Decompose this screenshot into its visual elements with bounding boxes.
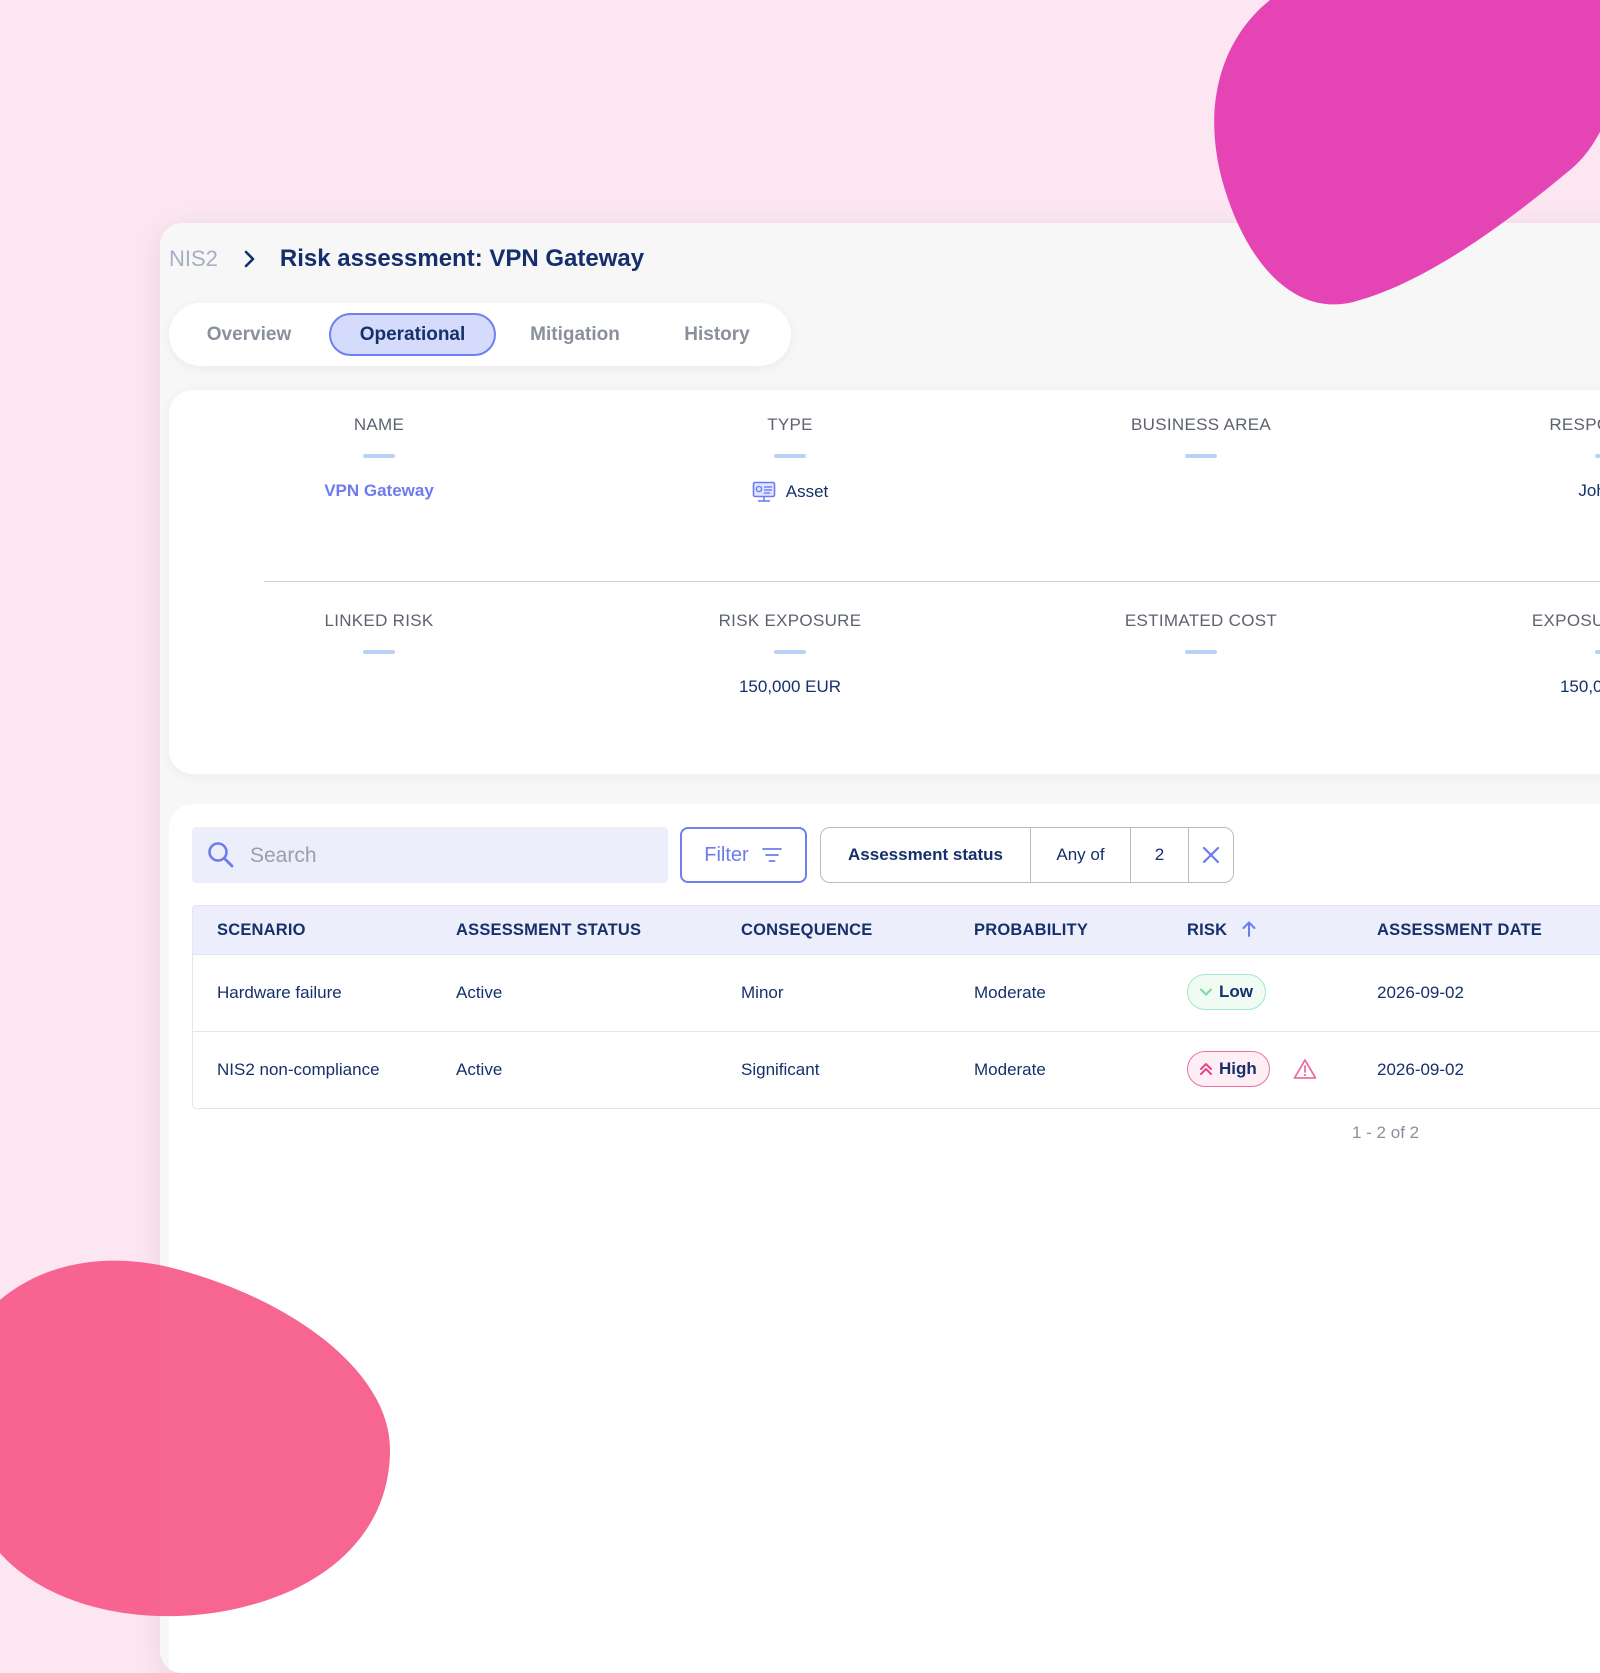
clear-filter-button[interactable] bbox=[1189, 828, 1233, 882]
close-icon bbox=[1202, 846, 1220, 864]
search-input[interactable] bbox=[248, 827, 652, 885]
field-risk-exposure: RISK EXPOSURE 150,000 EUR bbox=[640, 611, 940, 699]
chevron-down-icon bbox=[1199, 988, 1213, 996]
exposure-after-value: 150,000 EUR bbox=[1559, 677, 1600, 696]
risk-badge-high: High bbox=[1187, 1051, 1270, 1087]
search-icon bbox=[208, 842, 234, 868]
risk-exposure-value: 150,000 EUR bbox=[738, 677, 842, 696]
field-linked-risk: LINKED RISK bbox=[229, 611, 529, 699]
details-divider bbox=[264, 581, 1600, 582]
field-divider bbox=[1595, 454, 1600, 458]
type-value-wrap: Asset bbox=[640, 481, 940, 503]
filter-chip-count[interactable]: 2 bbox=[1131, 828, 1189, 882]
page-title: Risk assessment: VPN Gateway bbox=[279, 245, 645, 272]
field-exposure-after: EXPOSURE AFTER 150,000 EUR bbox=[1461, 611, 1600, 699]
field-label: EXPOSURE AFTER bbox=[1531, 611, 1600, 630]
active-filter-chip: Assessment status Any of 2 bbox=[820, 827, 1234, 883]
field-estimated-cost: ESTIMATED COST bbox=[1051, 611, 1351, 699]
tab-history[interactable]: History bbox=[657, 313, 777, 356]
tab-bar: Overview Operational Mitigation History bbox=[169, 303, 791, 366]
cell-date: 2026-09-02 bbox=[1377, 1060, 1464, 1079]
chevron-right-icon bbox=[244, 250, 255, 268]
table-header: SCENARIO ASSESSMENT STATUS CONSEQUENCE P… bbox=[193, 906, 1600, 954]
column-header-risk-label: RISK bbox=[1187, 921, 1228, 939]
field-divider bbox=[363, 650, 395, 654]
cell-status: Active bbox=[456, 983, 503, 1002]
column-header-assessment-date[interactable]: ASSESSMENT DATE bbox=[1377, 906, 1542, 954]
tab-operational[interactable]: Operational bbox=[329, 313, 496, 356]
cell-scenario: Hardware failure bbox=[217, 983, 342, 1002]
sort-ascending-icon bbox=[1242, 921, 1256, 937]
details-card: NAME VPN Gateway TYPE Asset BUSINESS ARE… bbox=[169, 390, 1600, 774]
field-label: BUSINESS AREA bbox=[1131, 415, 1271, 434]
search-box[interactable] bbox=[192, 827, 668, 885]
filter-icon bbox=[761, 848, 782, 862]
field-divider bbox=[774, 454, 806, 458]
warning-icon bbox=[1293, 1059, 1317, 1079]
app-window: NIS2 Risk assessment: VPN Gateway Overvi… bbox=[160, 223, 1600, 1673]
column-header-probability[interactable]: PROBABILITY bbox=[974, 906, 1088, 954]
filter-chip-field[interactable]: Assessment status bbox=[821, 828, 1031, 882]
filter-button-label: Filter bbox=[704, 843, 749, 866]
pagination-summary: 1 - 2 of 2 bbox=[1352, 1123, 1420, 1142]
column-header-risk[interactable]: RISK bbox=[1187, 906, 1258, 954]
field-label: RESPONSIBLE bbox=[1549, 415, 1600, 434]
filter-button[interactable]: Filter bbox=[680, 827, 807, 883]
responsible-value: Johanne bbox=[1578, 481, 1600, 500]
filter-chip-operator[interactable]: Any of bbox=[1031, 828, 1131, 882]
column-header-consequence[interactable]: CONSEQUENCE bbox=[741, 906, 872, 954]
asset-icon bbox=[752, 481, 776, 502]
scenario-list-panel: Filter Assessment status Any of 2 SCENAR… bbox=[169, 804, 1600, 1673]
field-type: TYPE Asset bbox=[640, 415, 940, 503]
field-responsible: RESPONSIBLE Johanne bbox=[1461, 415, 1600, 503]
scenario-table: SCENARIO ASSESSMENT STATUS CONSEQUENCE P… bbox=[192, 905, 1600, 1109]
risk-badge-low: Low bbox=[1187, 974, 1266, 1010]
field-label: RISK EXPOSURE bbox=[718, 611, 862, 630]
cell-probability: Moderate bbox=[974, 1060, 1046, 1079]
cell-scenario: NIS2 non-compliance bbox=[217, 1060, 380, 1079]
tab-mitigation[interactable]: Mitigation bbox=[509, 313, 641, 356]
name-value-link[interactable]: VPN Gateway bbox=[229, 481, 529, 503]
field-divider bbox=[1595, 650, 1600, 654]
field-name: NAME VPN Gateway bbox=[229, 415, 529, 503]
linked-risk-value bbox=[229, 677, 529, 699]
cell-status: Active bbox=[456, 1060, 503, 1079]
field-label: TYPE bbox=[767, 415, 813, 434]
cell-probability: Moderate bbox=[974, 983, 1046, 1002]
breadcrumb-root[interactable]: NIS2 bbox=[169, 246, 218, 272]
cell-date: 2026-09-02 bbox=[1377, 983, 1464, 1002]
field-label: LINKED RISK bbox=[324, 611, 434, 630]
field-label: NAME bbox=[353, 415, 405, 434]
field-divider bbox=[774, 650, 806, 654]
type-value: Asset bbox=[785, 482, 829, 501]
cell-consequence: Minor bbox=[741, 983, 784, 1002]
column-header-scenario[interactable]: SCENARIO bbox=[217, 906, 306, 954]
tab-overview[interactable]: Overview bbox=[184, 313, 314, 356]
table-row[interactable]: Hardware failure Active Minor Moderate L… bbox=[193, 954, 1600, 1031]
column-header-assessment-status[interactable]: ASSESSMENT STATUS bbox=[456, 906, 641, 954]
field-divider bbox=[1185, 454, 1217, 458]
risk-badge-label: High bbox=[1219, 1059, 1257, 1078]
field-label: ESTIMATED COST bbox=[1124, 611, 1278, 630]
table-row[interactable]: NIS2 non-compliance Active Significant M… bbox=[193, 1031, 1600, 1108]
breadcrumb: NIS2 Risk assessment: VPN Gateway bbox=[169, 245, 644, 273]
risk-badge-label: Low bbox=[1219, 982, 1253, 1001]
double-chevron-up-icon bbox=[1200, 1063, 1212, 1075]
business-area-value bbox=[1051, 481, 1351, 503]
field-business-area: BUSINESS AREA bbox=[1051, 415, 1351, 503]
cell-consequence: Significant bbox=[741, 1060, 820, 1079]
estimated-cost-value bbox=[1051, 677, 1351, 699]
field-divider bbox=[363, 454, 395, 458]
field-divider bbox=[1185, 650, 1217, 654]
